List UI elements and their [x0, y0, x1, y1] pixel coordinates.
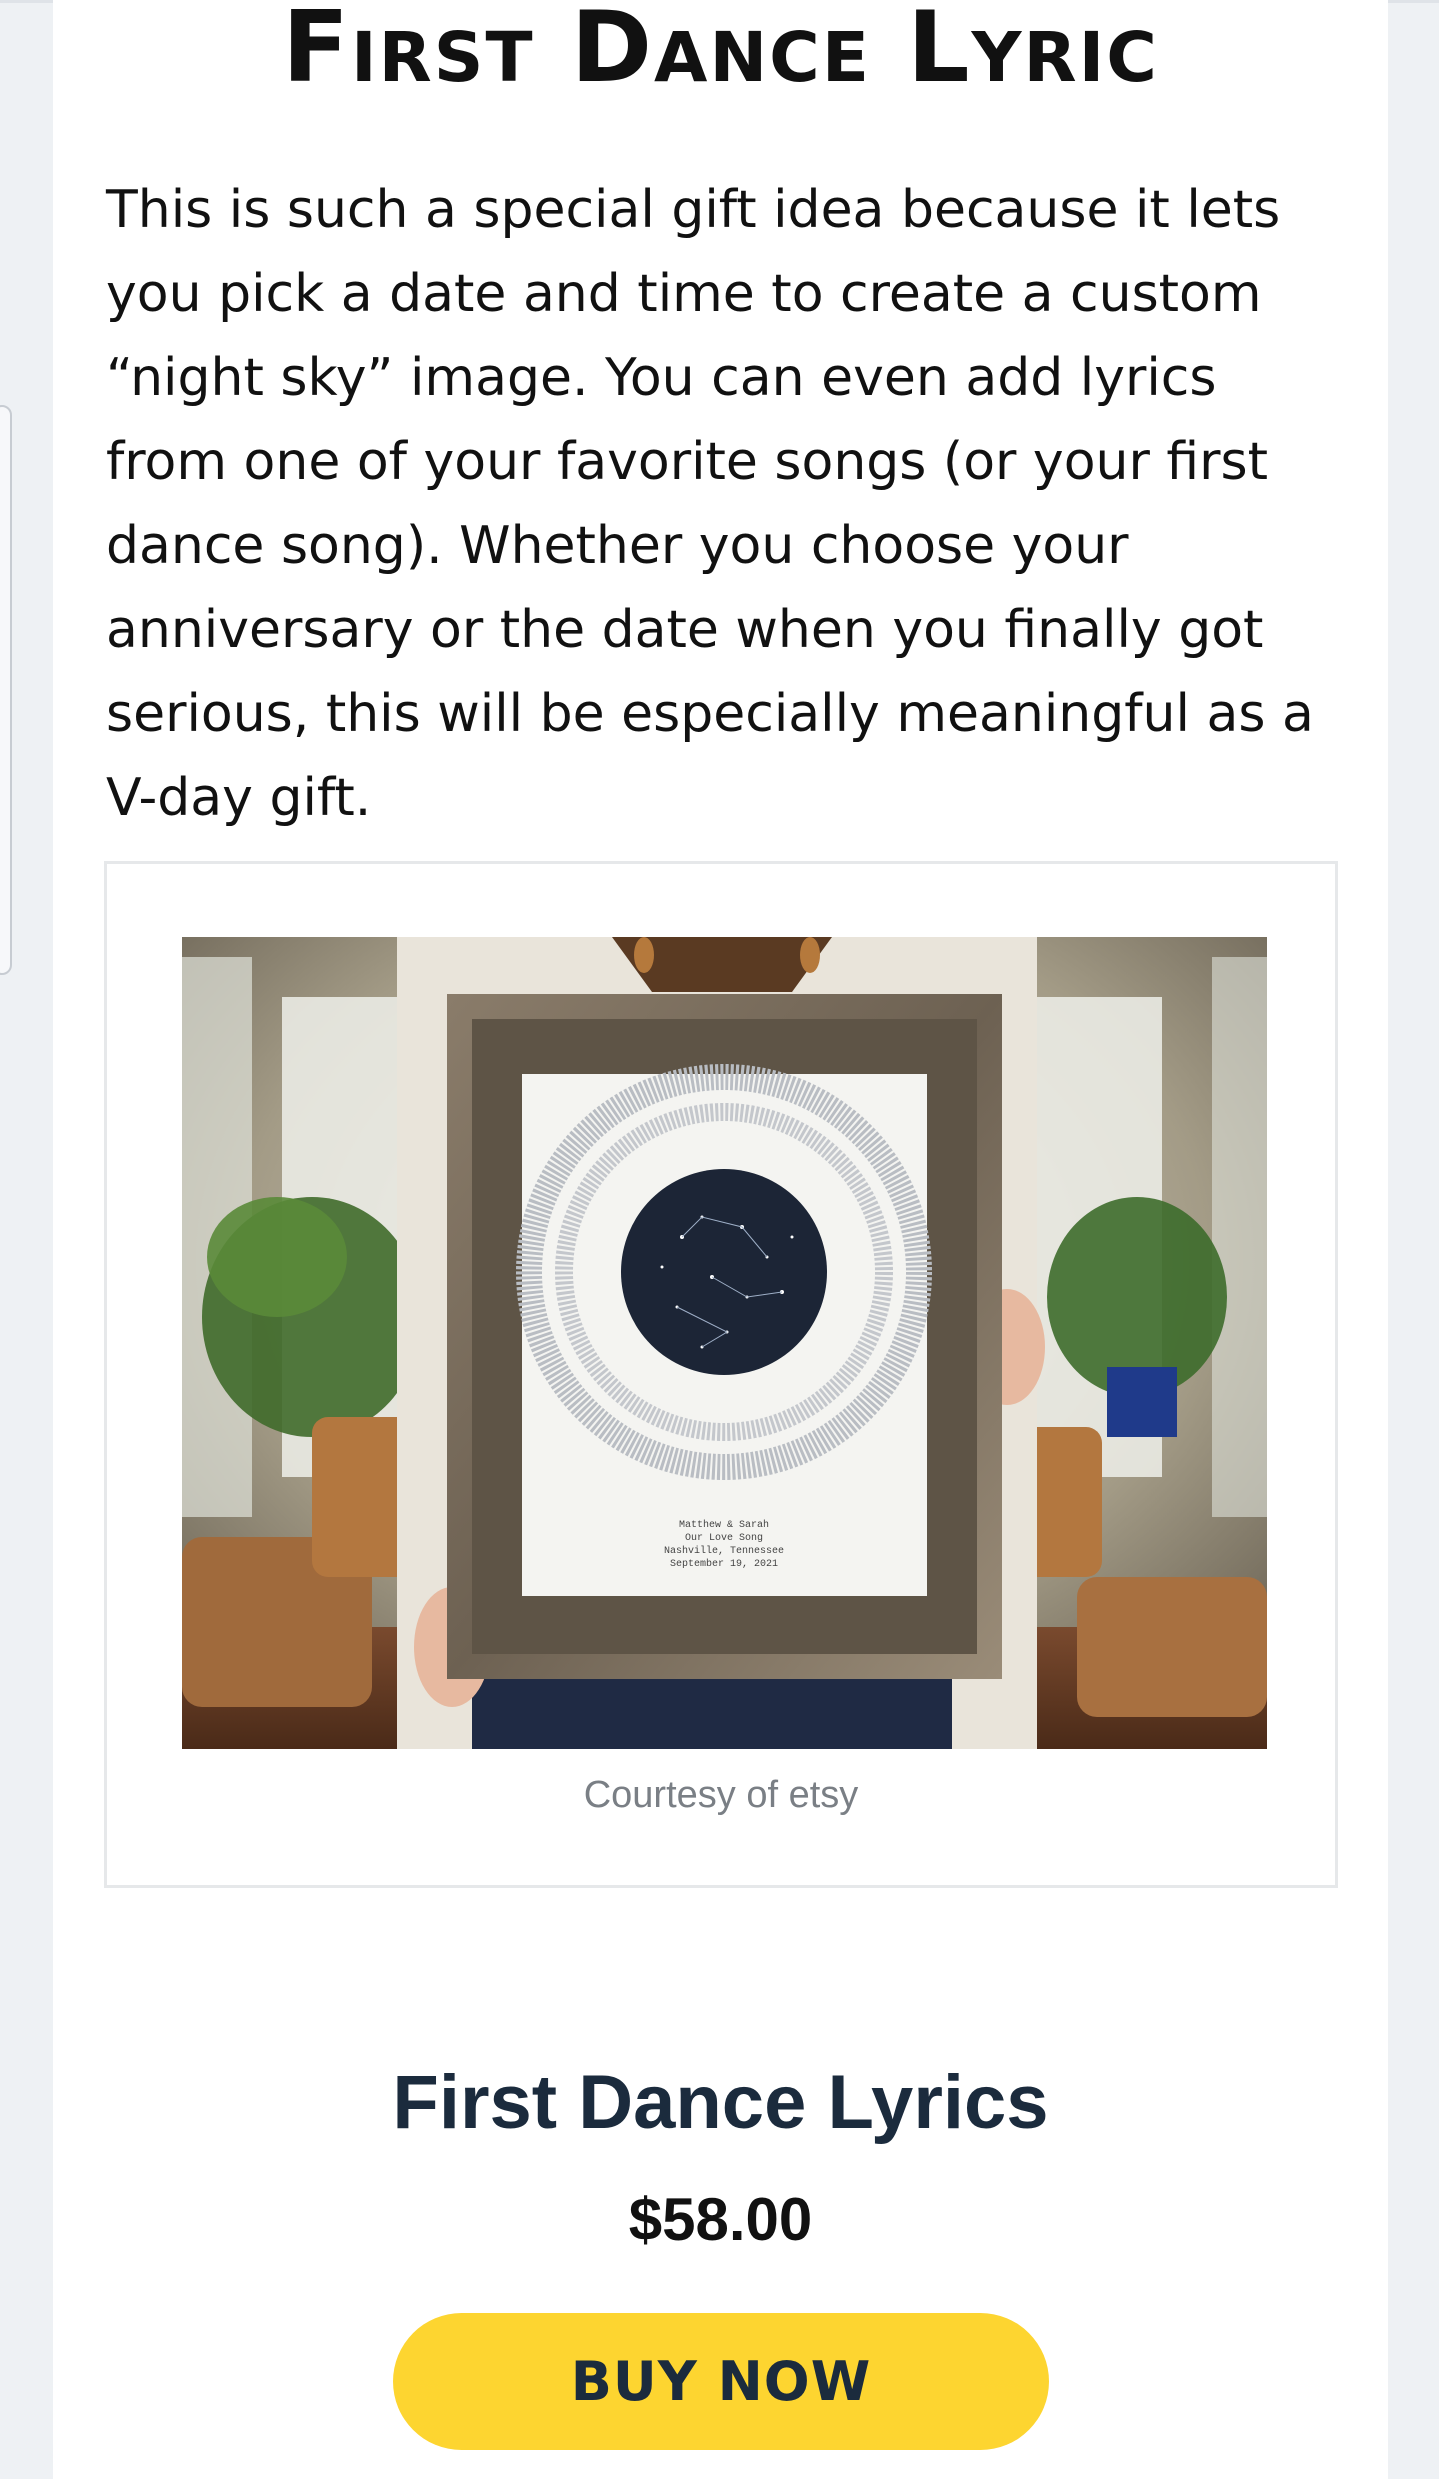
product-price: $58.00	[628, 2186, 813, 2253]
product-photo[interactable]: Matthew & Sarah Our Love Song Nashville,…	[182, 937, 1267, 1749]
svg-text:Matthew & Sarah: Matthew & Sarah	[679, 1519, 769, 1531]
product-title: First Dance Lyrics	[392, 2060, 1049, 2145]
svg-text:Our Love Song: Our Love Song	[685, 1533, 763, 1544]
image-caption: Courtesy of etsy	[583, 1774, 859, 1816]
svg-text:Nashville, Tennessee: Nashville, Tennessee	[664, 1545, 784, 1557]
framed-star-map-photo-icon: Matthew & Sarah Our Love Song Nashville,…	[182, 937, 1267, 1749]
buy-now-button[interactable]: BUY NOW	[393, 2313, 1049, 2450]
product-figure: Matthew & Sarah Our Love Song Nashville,…	[104, 861, 1338, 1888]
svg-text:September 19, 2021: September 19, 2021	[670, 1558, 778, 1570]
section-heading: First Dance Lyric	[282, 0, 1159, 105]
section-description: This is such a special gift idea because…	[106, 180, 1314, 828]
side-drawer-handle[interactable]	[0, 405, 12, 975]
